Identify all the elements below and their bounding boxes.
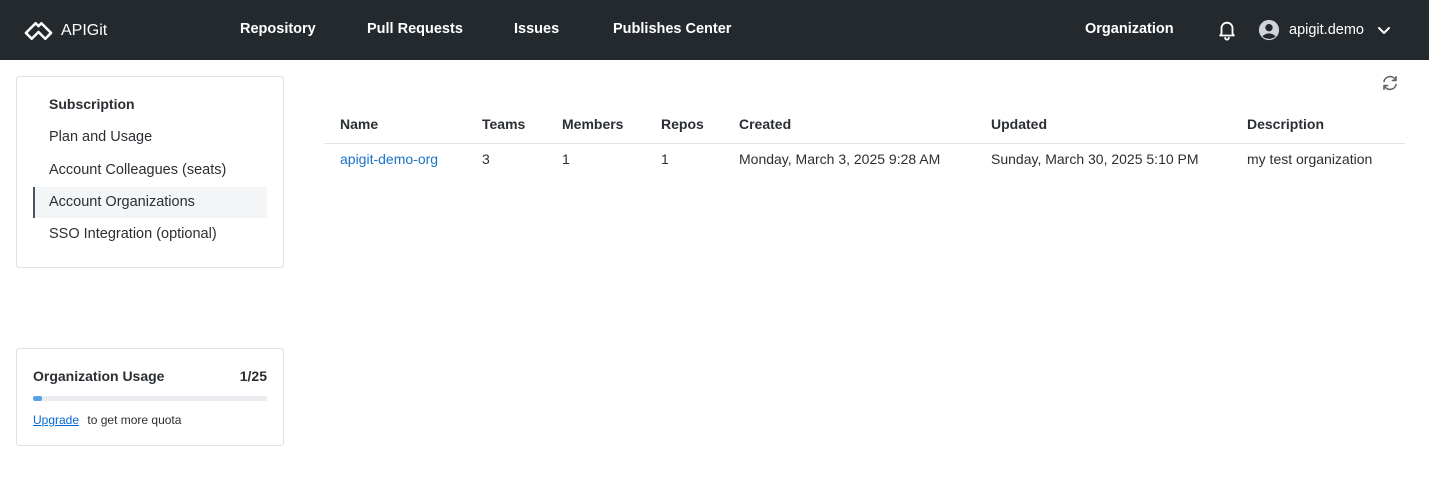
column-header-teams: Teams (482, 116, 526, 132)
brand-logo[interactable]: APIGit (23, 17, 107, 44)
chevron-down-icon (1377, 27, 1390, 34)
sidebar-item-plan-and-usage[interactable]: Plan and Usage (33, 122, 267, 153)
usage-progress-bar (33, 396, 267, 401)
cell-repos: 1 (661, 151, 669, 167)
usage-title: Organization Usage (33, 368, 165, 384)
table-row: apigit-demo-org 3 1 1 Monday, March 3, 2… (324, 144, 1405, 176)
usage-count: 1/25 (239, 368, 267, 384)
cell-description: my test organization (1247, 151, 1373, 167)
organizations-table: Name Teams Members Repos Created Updated… (324, 104, 1405, 176)
nav-issues[interactable]: Issues (514, 21, 559, 37)
bell-icon[interactable] (1216, 19, 1238, 41)
org-name-link[interactable]: apigit-demo-org (340, 151, 438, 167)
usage-progress-fill (33, 396, 43, 401)
user-circle-icon (1258, 19, 1280, 41)
sidebar-title: Subscription (49, 96, 135, 112)
cell-updated: Sunday, March 30, 2025 5:10 PM (991, 151, 1199, 167)
column-header-repos: Repos (661, 116, 704, 132)
cell-members: 1 (562, 151, 570, 167)
nav-repository[interactable]: Repository (240, 21, 316, 37)
sidebar-item-account-colleagues[interactable]: Account Colleagues (seats) (33, 155, 267, 186)
cell-created: Monday, March 3, 2025 9:28 AM (739, 151, 941, 167)
usage-note: Upgrade to get more quota (33, 413, 181, 427)
subscription-sidebar: Subscription Plan and Usage Account Coll… (16, 76, 284, 268)
column-header-description: Description (1247, 116, 1325, 132)
column-header-created: Created (739, 116, 792, 132)
nav-pull-requests[interactable]: Pull Requests (367, 21, 463, 37)
user-name: apigit.demo (1289, 22, 1364, 38)
column-header-members: Members (562, 116, 624, 132)
upgrade-link[interactable]: Upgrade (33, 413, 79, 427)
apigit-logo-icon (24, 21, 53, 40)
table-header: Name Teams Members Repos Created Updated… (324, 104, 1405, 144)
brand-name: APIGit (61, 21, 108, 39)
nav-organization[interactable]: Organization (1085, 21, 1174, 37)
top-navbar: APIGit Repository Pull Requests Issues P… (0, 0, 1429, 60)
refresh-icon[interactable] (1380, 73, 1400, 93)
organization-usage-card: Organization Usage 1/25 Upgrade to get m… (16, 348, 284, 446)
sidebar-item-sso-integration[interactable]: SSO Integration (optional) (33, 219, 267, 250)
sidebar-item-account-organizations[interactable]: Account Organizations (33, 187, 267, 218)
user-menu[interactable]: apigit.demo (1258, 18, 1392, 42)
cell-teams: 3 (482, 151, 490, 167)
nav-publishes-center[interactable]: Publishes Center (613, 21, 731, 37)
usage-note-text: to get more quota (87, 413, 182, 427)
column-header-name: Name (340, 116, 379, 132)
column-header-updated: Updated (991, 116, 1047, 132)
